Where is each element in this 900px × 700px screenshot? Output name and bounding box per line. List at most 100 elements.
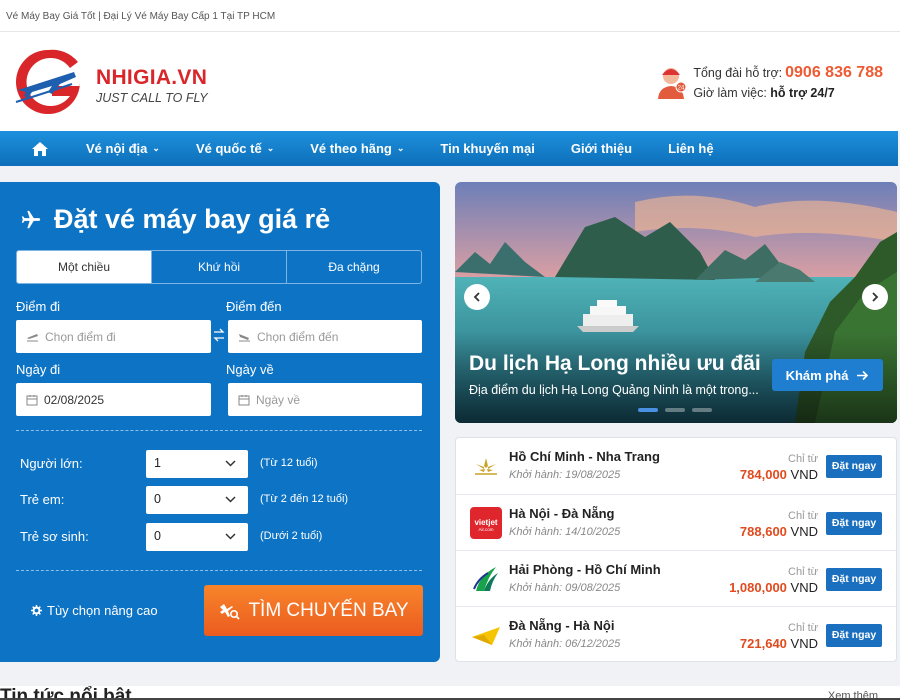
hotline-number[interactable]: 0906 836 788	[785, 64, 883, 81]
book-now-button[interactable]: Đặt ngay	[826, 512, 882, 535]
trip-type-tabs: Một chiều Khứ hồi Đa chặng	[16, 250, 422, 284]
hours-value: hỗ trợ 24/7	[770, 86, 835, 100]
return-date-input[interactable]: Ngày về	[228, 383, 422, 416]
route: Hà Nội - Đà Nẵng	[509, 506, 615, 521]
nav-item-about[interactable]: Giới thiệu	[571, 141, 632, 156]
adults-select[interactable]: 1	[146, 450, 248, 478]
divider	[16, 430, 422, 431]
banner-next-button[interactable]	[862, 284, 888, 310]
banner-prev-button[interactable]	[464, 284, 490, 310]
chevron-down-icon: ⌄	[152, 143, 160, 153]
adults-label: Người lớn:	[20, 456, 83, 471]
site-header: NHIGIA.VN JUST CALL TO FLY 24 Tổng đài h…	[0, 32, 900, 131]
takeoff-icon	[27, 334, 38, 342]
calendar-icon	[238, 394, 250, 405]
list-item[interactable]: vietjet Air.com Hà Nội - Đà Nẵng Khởi hà…	[456, 494, 896, 550]
tab-multi-city[interactable]: Đa chặng	[286, 251, 421, 283]
bamboo-airways-icon	[475, 458, 497, 475]
price-from-label: Chỉ từ	[788, 453, 818, 465]
promo-banner[interactable]: Du lịch Hạ Long nhiều ưu đãi Địa điểm du…	[455, 182, 897, 423]
brand-name: NHIGIA.VN	[96, 66, 208, 89]
book-now-button[interactable]: Đặt ngay	[826, 568, 882, 591]
calendar-icon	[26, 394, 38, 405]
svg-text:24: 24	[678, 86, 685, 92]
form-title: Đặt vé máy bay giá rẻ	[20, 204, 330, 235]
route: Đà Nẵng - Hà Nội	[509, 618, 615, 633]
chevron-down-icon	[225, 496, 236, 503]
support-info: 24 Tổng đài hỗ trợ: 0906 836 788 Giờ làm …	[655, 64, 883, 100]
hours-label: Giờ làm việc:	[693, 86, 767, 100]
book-now-button[interactable]: Đặt ngay	[826, 624, 882, 647]
nav-item-airlines[interactable]: Vé theo hãng ⌄	[310, 141, 404, 156]
infants-select[interactable]: 0	[146, 523, 248, 551]
vietravel-airlines-icon	[473, 567, 498, 591]
chevron-down-icon	[225, 533, 236, 540]
carousel-indicators	[638, 408, 719, 412]
nav-item-international[interactable]: Vé quốc tế ⌄	[196, 141, 274, 156]
advanced-options-link[interactable]: Tùy chọn nâng cao	[31, 603, 158, 618]
chevron-left-icon	[473, 292, 480, 302]
explore-button[interactable]: Khám phá	[772, 359, 883, 391]
tab-one-way[interactable]: Một chiều	[17, 251, 151, 283]
price: 1,080,000 VND	[729, 580, 818, 595]
plane-search-icon	[220, 603, 241, 620]
children-select[interactable]: 0	[146, 486, 248, 514]
price-from-label: Chỉ từ	[788, 510, 818, 522]
logo-icon[interactable]	[12, 46, 84, 118]
nav-item-domestic[interactable]: Vé nội địa ⌄	[86, 141, 160, 156]
banner-title: Du lịch Hạ Long nhiều ưu đãi	[469, 352, 761, 375]
search-flights-button[interactable]: TÌM CHUYẾN BAY	[204, 585, 423, 636]
top-bar-text: Vé Máy Bay Giá Tốt | Đại Lý Vé Máy Bay C…	[6, 11, 276, 22]
brand[interactable]: NHIGIA.VN JUST CALL TO FLY	[96, 66, 208, 105]
adults-note: (Từ 12 tuổi)	[260, 457, 318, 469]
infants-label: Trẻ sơ sinh:	[20, 529, 89, 544]
price: 784,000 VND	[739, 467, 818, 482]
price: 721,640 VND	[739, 636, 818, 651]
featured-news-peek: Tin tức nổi bật Xem thêm	[0, 686, 900, 700]
children-label: Trẻ em:	[20, 492, 65, 507]
nav-item-contact[interactable]: Liên hệ	[668, 141, 714, 156]
price-from-label: Chỉ từ	[788, 566, 818, 578]
divider	[16, 570, 422, 571]
main-nav: Vé nội địa ⌄ Vé quốc tế ⌄ Vé theo hãng ⌄ Ti…	[0, 131, 898, 166]
flight-deals-list: Hồ Chí Minh - Nha Trang Khởi hành: 19/08…	[455, 437, 897, 662]
banner-description: Địa điểm du lịch Hạ Long Quảng Ninh là m…	[469, 383, 759, 397]
nav-item-promotions[interactable]: Tin khuyến mại	[440, 141, 534, 156]
support-agent-icon: 24	[658, 68, 687, 99]
chevron-right-icon	[872, 292, 879, 302]
carousel-dot[interactable]	[692, 408, 712, 412]
price: 788,600 VND	[739, 524, 818, 539]
chevron-down-icon: ⌄	[396, 143, 405, 153]
vietjet-air-icon: vietjet Air.com	[470, 507, 502, 539]
to-label: Điểm đến	[226, 299, 282, 314]
swap-icon[interactable]	[213, 328, 225, 342]
from-input[interactable]: Chọn điểm đi	[16, 320, 211, 353]
list-item[interactable]: Hải Phòng - Hồ Chí Minh Khởi hành: 09/08…	[456, 550, 896, 606]
svg-text:Air.com: Air.com	[478, 527, 493, 532]
departure-date: Khởi hành: 19/08/2025	[509, 469, 621, 481]
list-item[interactable]: Hồ Chí Minh - Nha Trang Khởi hành: 19/08…	[456, 438, 896, 494]
book-now-button[interactable]: Đặt ngay	[826, 455, 882, 478]
to-input[interactable]: Chọn điểm đến	[228, 320, 422, 353]
departure-date: Khởi hành: 06/12/2025	[509, 638, 621, 650]
depart-label: Ngày đi	[16, 362, 61, 377]
depart-date-input[interactable]: 02/08/2025	[16, 383, 211, 416]
airplane-icon	[21, 210, 41, 228]
arrow-right-icon	[857, 370, 869, 380]
chevron-down-icon	[225, 460, 236, 467]
children-note: (Từ 2 đến 12 tuổi)	[260, 493, 349, 505]
support-label: Tổng đài hỗ trợ:	[693, 66, 783, 80]
list-item[interactable]: Đà Nẵng - Hà Nội Khởi hành: 06/12/2025 C…	[456, 606, 896, 662]
infants-note: (Dưới 2 tuổi)	[260, 530, 323, 542]
brand-slogan: JUST CALL TO FLY	[96, 91, 208, 105]
departure-date: Khởi hành: 09/08/2025	[509, 582, 621, 594]
tab-round-trip[interactable]: Khứ hồi	[151, 251, 286, 283]
route: Hải Phòng - Hồ Chí Minh	[509, 562, 661, 577]
carousel-dot[interactable]	[665, 408, 685, 412]
return-label: Ngày về	[226, 362, 274, 377]
carousel-dot[interactable]	[638, 408, 658, 412]
departure-date: Khởi hành: 14/10/2025	[509, 526, 621, 538]
from-label: Điểm đi	[16, 299, 61, 314]
home-icon[interactable]	[31, 140, 49, 158]
vietnam-airlines-icon	[472, 627, 500, 645]
